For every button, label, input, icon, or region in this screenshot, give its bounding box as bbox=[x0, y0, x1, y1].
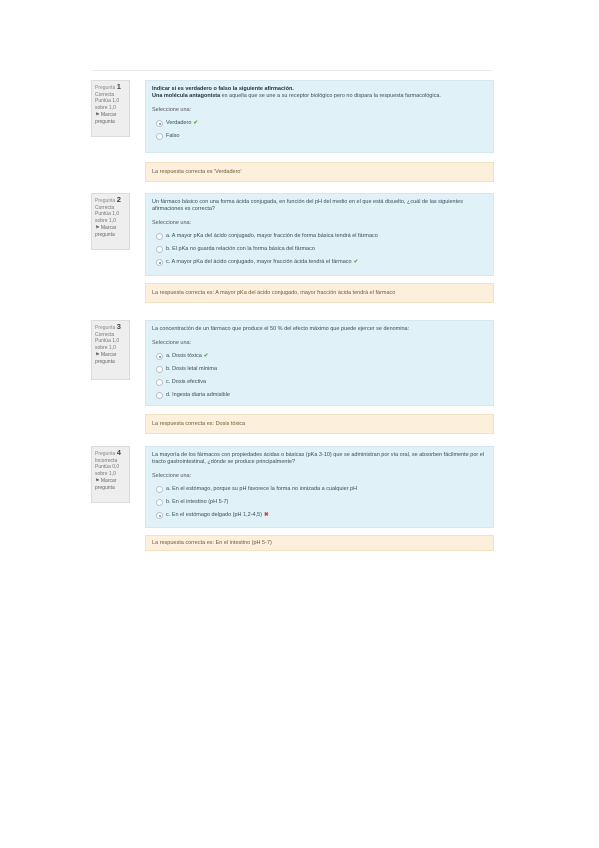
radio[interactable] bbox=[156, 392, 163, 399]
question-score: Puntúa 1,0 sobre 1,0 bbox=[95, 338, 120, 351]
question-score: Puntúa 1,0 sobre 1,0 bbox=[95, 211, 120, 224]
answer-option[interactable]: Verdadero ✔ bbox=[152, 120, 487, 127]
question-info-1: Pregunta 1 Correcta Puntúa 1,0 sobre 1,0… bbox=[91, 80, 130, 137]
top-divider bbox=[92, 70, 492, 71]
answer-option[interactable]: a. Dosis tóxica ✔ bbox=[152, 353, 487, 360]
radio-selected[interactable] bbox=[156, 259, 163, 266]
answer-option[interactable]: b. El pKa no guarda relación con la form… bbox=[152, 246, 487, 253]
radio-selected[interactable] bbox=[156, 353, 163, 360]
cross-icon: ✖ bbox=[264, 512, 269, 518]
question-text: La concentración de un fármaco que produ… bbox=[152, 326, 410, 332]
question-info-3: Pregunta 3 Correcta Puntúa 1,0 sobre 1,0… bbox=[91, 320, 130, 380]
radio[interactable] bbox=[156, 133, 163, 140]
check-icon: ✔ bbox=[203, 353, 209, 359]
question-number: Pregunta 4 bbox=[95, 448, 121, 457]
question-score: Puntúa 1,0 sobre 1,0 bbox=[95, 98, 120, 111]
question-score: Puntúa 0,0 sobre 1,0 bbox=[95, 464, 120, 477]
answer-option[interactable]: a. En el estómago, porque su pH favorece… bbox=[152, 486, 487, 493]
radio[interactable] bbox=[156, 486, 163, 493]
flag-icon: ⚑ bbox=[95, 225, 100, 231]
question-number: Pregunta 2 bbox=[95, 195, 121, 204]
flag-icon: ⚑ bbox=[95, 352, 100, 358]
check-icon: ✔ bbox=[353, 259, 359, 265]
answer-option[interactable]: a. A mayor pKa del ácido conjugado, mayo… bbox=[152, 233, 487, 240]
flag-question-link[interactable]: ⚑ Marcar pregunta bbox=[95, 112, 127, 125]
radio[interactable] bbox=[156, 379, 163, 386]
answer-prompt: Seleccione una: bbox=[152, 107, 192, 113]
answer-option[interactable]: c. Dosis efectiva bbox=[152, 379, 487, 386]
feedback-3: La respuesta correcta es: Dosis tóxica bbox=[145, 414, 494, 434]
answer-option[interactable]: b. Dosis letal mínima bbox=[152, 366, 487, 373]
answer-option[interactable]: c. A mayor pKa del ácido conjugado, mayo… bbox=[152, 259, 487, 266]
radio[interactable] bbox=[156, 366, 163, 373]
answer-prompt: Seleccione una: bbox=[152, 220, 192, 226]
question-text: La mayoría de los fármacos con propiedad… bbox=[152, 452, 485, 465]
feedback-4: La respuesta correcta es: En el intestin… bbox=[145, 535, 494, 551]
feedback-2: La respuesta correcta es: A mayor pKa de… bbox=[145, 283, 494, 303]
question-body-2: Un fármaco básico con una forma ácida co… bbox=[145, 193, 494, 276]
radio[interactable] bbox=[156, 233, 163, 240]
feedback-1: La respuesta correcta es 'Verdadero' bbox=[145, 162, 494, 182]
radio-selected[interactable] bbox=[156, 120, 163, 127]
flag-icon: ⚑ bbox=[95, 112, 100, 118]
question-info-4: Pregunta 4 Incorrecta Puntúa 0,0 sobre 1… bbox=[91, 446, 130, 503]
answer-option[interactable]: b. En el intestino (pH 5-7) bbox=[152, 499, 487, 506]
question-body-4: La mayoría de los fármacos con propiedad… bbox=[145, 446, 494, 528]
radio[interactable] bbox=[156, 499, 163, 506]
radio-selected[interactable] bbox=[156, 512, 163, 519]
radio[interactable] bbox=[156, 246, 163, 253]
flag-question-link[interactable]: ⚑ Marcar pregunta bbox=[95, 478, 127, 491]
answer-prompt: Seleccione una: bbox=[152, 473, 192, 479]
question-text: Un fármaco básico con una forma ácida co… bbox=[152, 199, 463, 212]
question-number: Pregunta 3 bbox=[95, 322, 121, 331]
answer-option[interactable]: d. Ingesta diaria admisible bbox=[152, 392, 487, 399]
answer-option[interactable]: Falso bbox=[152, 133, 487, 140]
question-body-3: La concentración de un fármaco que produ… bbox=[145, 320, 494, 406]
check-icon: ✔ bbox=[193, 120, 198, 126]
question-body-1: Indicar si es verdadero o falso la sigui… bbox=[145, 80, 494, 153]
question-number: Pregunta 1 bbox=[95, 82, 121, 91]
answer-option[interactable]: c. En el estómago delgado (pH 1,2-4,5) ✖ bbox=[152, 512, 487, 519]
flag-icon: ⚑ bbox=[95, 478, 100, 484]
question-info-2: Pregunta 2 Correcta Puntúa 1,0 sobre 1,0… bbox=[91, 193, 130, 250]
question-text: Indicar si es verdadero o falso la sigui… bbox=[152, 86, 441, 99]
flag-question-link[interactable]: ⚑ Marcar pregunta bbox=[95, 352, 127, 365]
answer-prompt: Seleccione una: bbox=[152, 340, 192, 346]
flag-question-link[interactable]: ⚑ Marcar pregunta bbox=[95, 225, 127, 238]
